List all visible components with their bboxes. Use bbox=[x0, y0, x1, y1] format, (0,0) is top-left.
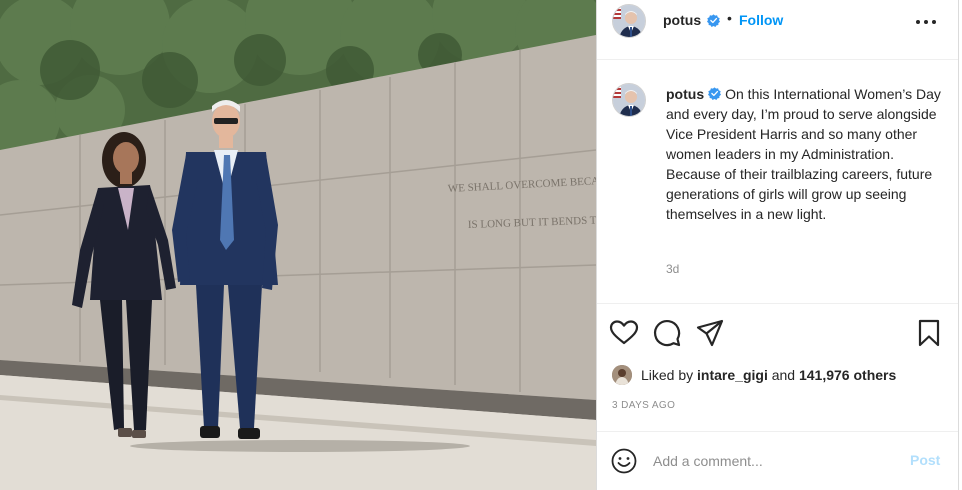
caption-time-ago[interactable]: 3d bbox=[666, 262, 679, 276]
caption-username[interactable]: potus bbox=[666, 86, 704, 102]
liker-avatar[interactable] bbox=[612, 365, 632, 385]
caption-avatar-image bbox=[613, 84, 645, 116]
heart-icon[interactable] bbox=[609, 318, 639, 348]
verified-badge-icon bbox=[708, 87, 722, 100]
comment-bar: Post bbox=[597, 431, 958, 490]
liker-username[interactable]: intare_gigi bbox=[697, 367, 768, 383]
avatar[interactable] bbox=[612, 4, 646, 38]
header-username[interactable]: potus bbox=[663, 12, 701, 28]
liker-avatar-image bbox=[612, 365, 632, 385]
caption-text: On this International Women’s Day and ev… bbox=[666, 86, 941, 222]
comment-icon[interactable] bbox=[652, 318, 682, 348]
more-options-icon[interactable] bbox=[911, 8, 941, 34]
bookmark-icon[interactable] bbox=[914, 318, 944, 348]
likes-others-count[interactable]: 141,976 others bbox=[799, 367, 896, 383]
caption-text-block: potus On this International Women’s Day … bbox=[666, 84, 946, 224]
action-bar bbox=[597, 304, 958, 360]
likes-summary: Liked by intare_gigi and 141,976 others bbox=[612, 362, 952, 386]
follow-button[interactable]: Follow bbox=[739, 12, 783, 28]
photo-scene: WE SHALL OVERCOME BECAUSE THE ARC IS LON… bbox=[0, 0, 596, 490]
header-separator: • bbox=[727, 10, 732, 26]
post-date[interactable]: 3 DAYS AGO bbox=[612, 400, 675, 411]
caption-avatar[interactable] bbox=[612, 83, 646, 117]
panel-right-edge bbox=[958, 0, 959, 490]
verified-badge-icon bbox=[707, 14, 720, 27]
likes-prefix: Liked by bbox=[641, 367, 694, 383]
caption-section: potus On this International Women’s Day … bbox=[597, 60, 958, 304]
share-icon[interactable] bbox=[695, 318, 725, 348]
post-comment-button[interactable]: Post bbox=[910, 452, 940, 468]
post-details-panel: potus • Follow potus On this Internation… bbox=[597, 0, 958, 490]
likes-connector: and bbox=[771, 367, 796, 383]
post-image[interactable]: WE SHALL OVERCOME BECAUSE THE ARC IS LON… bbox=[0, 0, 596, 490]
likes-text: Liked by intare_gigi and 141,976 others bbox=[641, 367, 896, 383]
emoji-icon[interactable] bbox=[611, 448, 637, 474]
avatar-image bbox=[613, 5, 645, 37]
comment-input[interactable] bbox=[653, 450, 903, 472]
post-header: potus • Follow bbox=[597, 0, 958, 60]
